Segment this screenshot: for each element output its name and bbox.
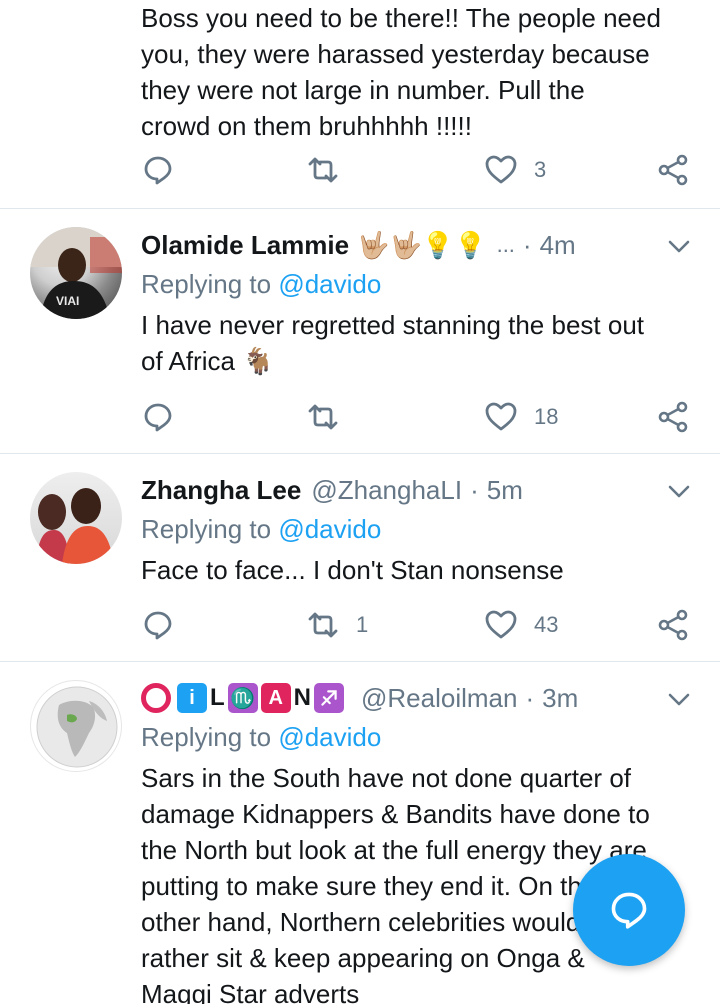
avatar[interactable]	[30, 472, 122, 564]
globe-icon	[36, 686, 118, 768]
avatar[interactable]: VIAI	[30, 227, 122, 319]
separator-dot: ·	[470, 474, 479, 505]
tweet-text-line: Sars in the South have not done quarter …	[141, 763, 632, 793]
share-button[interactable]	[656, 150, 690, 190]
retweet-icon	[308, 612, 338, 638]
display-name[interactable]: Olamide Lammie	[141, 230, 349, 261]
reply-icon	[144, 403, 172, 432]
tweet-header: Zhangha Lee @ZhanghaLI · 5m	[141, 470, 700, 510]
separator-dot: ·	[525, 682, 535, 713]
retweet-button[interactable]: 1	[306, 605, 368, 645]
heart-icon	[485, 610, 517, 639]
replying-to-label: Replying to	[141, 722, 272, 752]
tweet-text-line: Maggi Star adverts	[141, 979, 360, 1004]
scorpio-badge: ♏	[227, 683, 258, 713]
sagittarius-icon	[314, 683, 345, 713]
mention-link[interactable]: @davido	[278, 722, 381, 752]
compose-reply-button[interactable]	[573, 854, 685, 966]
like-button[interactable]: 18	[484, 397, 558, 437]
like-count: 43	[534, 612, 559, 637]
replying-to-label: Replying to	[141, 269, 272, 299]
tweet-actions: 18	[141, 397, 701, 437]
like-button[interactable]: 43	[484, 605, 558, 645]
user-handle[interactable]: @Realoilman	[361, 683, 517, 714]
red-circle-icon	[141, 683, 171, 713]
reply-icon	[144, 611, 172, 640]
tweet-text-line: you, they were harassed yesterday becaus…	[141, 39, 650, 69]
tweet-text-line: damage Kidnappers & Bandits have done to	[141, 799, 650, 829]
avatar[interactable]	[30, 680, 122, 772]
tweet-card[interactable]: VIAI Olamide Lammie 🤟🏼🤟🏼💡💡 ... · 4m Repl…	[0, 209, 720, 454]
tweet-card[interactable]: Zhangha Lee @ZhanghaLI · 5m Replying to …	[0, 454, 720, 662]
tweet-text-line: I have never regretted stanning the best…	[141, 310, 645, 340]
retweet-count: 1	[356, 612, 369, 637]
tweet-text-line: of Africa 🐐	[141, 346, 275, 376]
timestamp[interactable]: 4m	[540, 230, 576, 261]
tweet-text-line: crowd on them bruhhhhh !!!!!	[141, 111, 472, 141]
letter-n: N	[293, 684, 312, 711]
tweet-text-line: they were not large in number. Pull the	[141, 75, 585, 105]
compose-reply-icon	[611, 892, 647, 929]
heart-icon	[485, 155, 517, 184]
reply-button[interactable]	[141, 150, 175, 190]
share-icon	[658, 609, 688, 641]
name-ellipsis: ...	[496, 232, 515, 257]
replying-to: Replying to @davido	[141, 269, 381, 300]
display-name[interactable]: i L ♏ A N	[141, 683, 347, 713]
share-icon	[658, 154, 688, 186]
replying-to: Replying to @davido	[141, 722, 381, 753]
tweet-text: I have never regretted stanning the best…	[141, 307, 690, 379]
separator-dot: ·	[522, 229, 532, 260]
retweet-button[interactable]	[306, 397, 340, 437]
replying-to: Replying to @davido	[141, 514, 381, 545]
name-emojis: 🤟🏼🤟🏼💡💡	[357, 229, 487, 260]
like-button[interactable]: 3	[484, 150, 546, 190]
reply-button[interactable]	[141, 605, 175, 645]
replying-to-label: Replying to	[141, 514, 272, 544]
reply-button[interactable]	[141, 397, 175, 437]
like-count: 3	[534, 157, 547, 182]
user-handle[interactable]: @ZhanghaLI	[311, 475, 462, 506]
tweet-header: i L ♏ A N @Realoilman · 3m	[141, 678, 700, 718]
mention-link[interactable]: @davido	[278, 269, 381, 299]
share-button[interactable]	[656, 605, 690, 645]
avatar-photo: VIAI	[30, 227, 122, 319]
chevron-down-icon[interactable]	[666, 686, 692, 712]
letter-i-badge: i	[177, 683, 207, 713]
chevron-down-icon[interactable]	[666, 478, 692, 504]
like-count: 18	[534, 404, 559, 429]
retweet-button[interactable]	[306, 150, 340, 190]
tweet-actions: 1 43	[141, 605, 701, 645]
chevron-down-icon[interactable]	[666, 233, 692, 259]
retweet-icon	[308, 157, 338, 183]
retweet-icon	[308, 404, 338, 430]
share-button[interactable]	[656, 397, 690, 437]
avatar-photo	[36, 488, 114, 564]
display-name[interactable]: Zhangha Lee	[141, 475, 301, 506]
timestamp[interactable]: 3m	[542, 683, 578, 714]
tweet-header: Olamide Lammie 🤟🏼🤟🏼💡💡 ... · 4m	[141, 225, 700, 265]
svg-text:VIAI: VIAI	[56, 294, 79, 308]
tweet-text-line: Face to face... I don't Stan nonsense	[141, 555, 564, 585]
tweet-actions: 3	[141, 150, 701, 190]
timestamp[interactable]: 5m	[487, 475, 523, 506]
tweet-text-line: Boss you need to be there!! The people n…	[141, 3, 661, 33]
reply-icon	[144, 156, 172, 185]
letter-a-badge: A	[260, 683, 291, 713]
mention-link[interactable]: @davido	[278, 514, 381, 544]
tweet-text: Boss you need to be there!! The people n…	[141, 0, 690, 144]
heart-icon	[485, 402, 517, 431]
share-icon	[658, 401, 688, 433]
tweet-text: Face to face... I don't Stan nonsense	[141, 552, 690, 588]
letter-l: L	[210, 684, 225, 711]
tweet-card[interactable]: Boss you need to be there!! The people n…	[0, 0, 720, 209]
